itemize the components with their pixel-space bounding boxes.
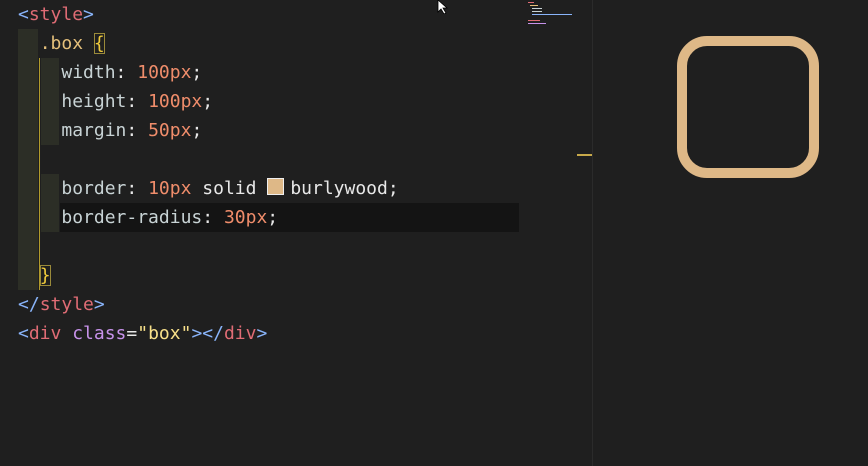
semicolon: ; bbox=[387, 178, 399, 199]
code-line-8[interactable]: border-radius: 30px; bbox=[18, 203, 278, 232]
css-property: height bbox=[61, 91, 127, 112]
code-line-3[interactable]: width: 100px; bbox=[18, 58, 202, 87]
mouse-cursor-icon bbox=[437, 0, 449, 14]
tag-close: > bbox=[83, 4, 94, 25]
code-editor[interactable]: <style> .box { width: 100px; height: 100… bbox=[0, 0, 592, 466]
indent-guide-bg bbox=[18, 145, 38, 174]
code-line-2[interactable]: .box { bbox=[18, 29, 105, 58]
colon: : bbox=[202, 207, 214, 228]
colon: : bbox=[126, 120, 138, 141]
color-swatch-icon[interactable] bbox=[267, 178, 285, 195]
code-line-12[interactable]: <div class="box"></div> bbox=[18, 319, 267, 348]
quote: " bbox=[180, 323, 192, 344]
tag-open: < bbox=[18, 4, 29, 25]
scrollbar-marker[interactable] bbox=[577, 154, 592, 156]
css-value: 10px bbox=[148, 178, 192, 199]
css-property: border bbox=[61, 178, 127, 199]
semicolon: ; bbox=[191, 62, 203, 83]
css-property: margin bbox=[61, 120, 127, 141]
preview-box bbox=[677, 36, 819, 178]
tag-name: div bbox=[28, 323, 62, 344]
code-line-5[interactable]: margin: 50px; bbox=[18, 116, 202, 145]
css-keyword: solid bbox=[202, 178, 257, 199]
css-value: 50px bbox=[148, 120, 192, 141]
quote: " bbox=[137, 323, 149, 344]
css-value: 100px bbox=[137, 62, 192, 83]
code-line-7[interactable]: border: 10px solid burlywood; bbox=[18, 174, 399, 203]
closing-tag-name: div bbox=[223, 323, 257, 344]
equals: = bbox=[126, 323, 138, 344]
semicolon: ; bbox=[191, 120, 203, 141]
colon: : bbox=[126, 91, 138, 112]
css-property: width bbox=[61, 62, 116, 83]
tag-close: > bbox=[93, 294, 105, 315]
tag-name: style bbox=[39, 294, 94, 315]
closing-tag-open: </ bbox=[202, 323, 224, 344]
indent-guide-bg bbox=[18, 232, 38, 261]
open-brace: { bbox=[93, 33, 105, 54]
colon: : bbox=[115, 62, 127, 83]
code-line-10[interactable]: } bbox=[18, 261, 51, 290]
colon: : bbox=[126, 178, 138, 199]
close-brace: } bbox=[39, 265, 51, 286]
closing-tag-close: > bbox=[256, 323, 268, 344]
css-selector: .box bbox=[39, 33, 84, 54]
css-property: border-radius bbox=[61, 207, 203, 228]
code-line-4[interactable]: height: 100px; bbox=[18, 87, 213, 116]
css-value: 100px bbox=[148, 91, 203, 112]
tag-open: </ bbox=[18, 294, 40, 315]
code-line-11[interactable]: </style> bbox=[18, 290, 105, 319]
semicolon: ; bbox=[267, 207, 279, 228]
minimap[interactable] bbox=[526, 0, 576, 26]
tag-open: < bbox=[18, 323, 29, 344]
tag-close: > bbox=[191, 323, 203, 344]
semicolon: ; bbox=[202, 91, 214, 112]
attribute-value: box bbox=[148, 323, 181, 344]
tag-name: style bbox=[28, 4, 84, 25]
code-line-1[interactable]: <style> bbox=[18, 0, 94, 29]
attribute-name: class bbox=[72, 323, 127, 344]
css-color-name: burlywood bbox=[290, 178, 388, 199]
css-value: 30px bbox=[223, 207, 268, 228]
